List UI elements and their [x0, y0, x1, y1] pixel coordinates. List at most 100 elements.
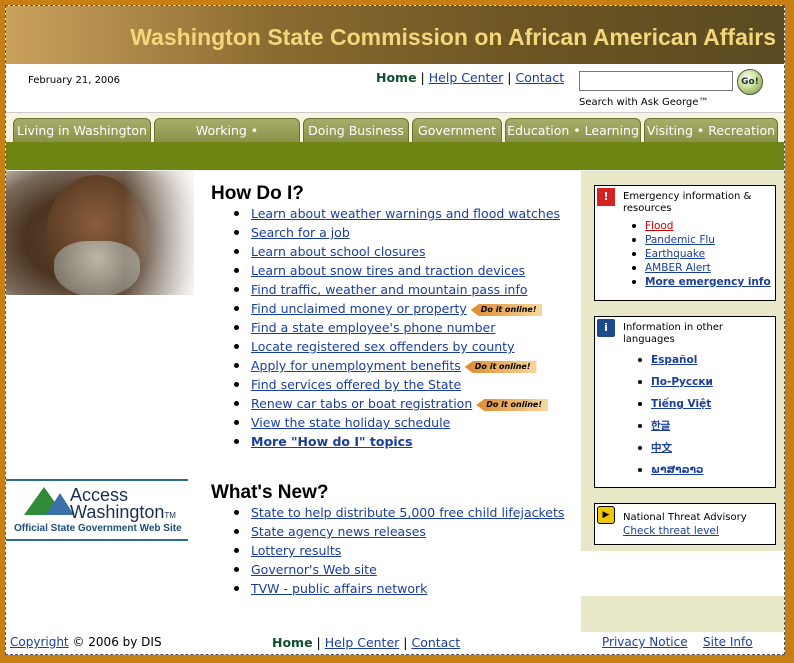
- footer-contact-link[interactable]: Contact: [411, 635, 460, 650]
- bullet: [234, 529, 239, 534]
- lang-lao-link[interactable]: ພາສາລາວ: [651, 464, 704, 476]
- bullet: [632, 280, 636, 284]
- bullet: [234, 268, 239, 273]
- lang-korean-link[interactable]: 한글: [651, 420, 670, 432]
- how-do-i-link[interactable]: Find services offered by the State: [251, 377, 461, 392]
- list-item: More "How do I" topics: [234, 433, 560, 452]
- how-do-i-link[interactable]: Find unclaimed money or property: [251, 301, 467, 316]
- bullet: [638, 358, 642, 362]
- bullet: [234, 211, 239, 216]
- list-item: Apply for unemployment benefits Do it onl…: [234, 357, 560, 376]
- go-button[interactable]: Go!: [737, 69, 763, 95]
- privacy-notice-link[interactable]: Privacy Notice: [602, 635, 688, 649]
- site-info-link[interactable]: Site Info: [703, 635, 753, 649]
- bullet: [234, 548, 239, 553]
- how-do-i-link[interactable]: Find a state employee's phone number: [251, 320, 495, 335]
- how-do-i-link[interactable]: Apply for unemployment benefits: [251, 358, 461, 373]
- tab-visiting-recreation[interactable]: Visiting • Recreation: [644, 118, 778, 143]
- list-item: View the state holiday schedule: [234, 414, 560, 433]
- list-item: По-Русски: [638, 375, 713, 397]
- threat-heading: National Threat Advisory: [623, 512, 747, 523]
- how-do-i-link[interactable]: Search for a job: [251, 225, 350, 240]
- whats-new-link[interactable]: State agency news releases: [251, 524, 426, 539]
- how-do-i-link[interactable]: Find traffic, weather and mountain pass …: [251, 282, 528, 297]
- separator: |: [420, 70, 425, 85]
- banner: Washington State Commission on African A…: [6, 6, 784, 64]
- do-it-online-badge[interactable]: Do it online!: [476, 399, 548, 411]
- list-item: Learn about snow tires and traction devi…: [234, 262, 560, 281]
- more-emergency-link[interactable]: More emergency info: [645, 276, 771, 288]
- list-item: Find traffic, weather and mountain pass …: [234, 281, 560, 300]
- top-links: Home | Help Center | Contact: [376, 70, 564, 85]
- copyright-link[interactable]: Copyright: [10, 635, 69, 649]
- how-do-i-link[interactable]: Locate registered sex offenders by count…: [251, 339, 514, 354]
- bullet: [234, 586, 239, 591]
- main-nav: Living in Washington Working • Employmen…: [6, 112, 784, 162]
- bullet: [234, 249, 239, 254]
- home-link[interactable]: Home: [376, 70, 417, 85]
- bullet: [638, 424, 642, 428]
- lang-russian-link[interactable]: По-Русски: [651, 376, 713, 388]
- portrait-fade: [124, 171, 194, 295]
- bullet: [632, 252, 636, 256]
- list-item: Learn about weather warnings and flood w…: [234, 205, 560, 224]
- bullet: [234, 420, 239, 425]
- lang-chinese-link[interactable]: 中文: [651, 442, 672, 454]
- tab-doing-business[interactable]: Doing Business: [303, 118, 409, 143]
- list-item: Governor's Web site: [234, 561, 564, 580]
- separator: |: [403, 635, 408, 650]
- search-input[interactable]: [579, 71, 733, 91]
- lang-vietnamese-link[interactable]: Tiếng Việt: [651, 398, 711, 410]
- lang-spanish-link[interactable]: Español: [651, 354, 697, 366]
- bullet: [234, 363, 239, 368]
- earthquake-link[interactable]: Earthquake: [645, 248, 705, 260]
- languages-box: i Information in other languages Español…: [594, 316, 776, 488]
- pandemic-flu-link[interactable]: Pandemic Flu: [645, 234, 715, 246]
- whats-new-link[interactable]: TVW - public affairs network: [251, 581, 427, 596]
- contact-link[interactable]: Contact: [515, 70, 564, 85]
- flood-link[interactable]: Flood: [645, 220, 673, 232]
- access-washington-logo[interactable]: Access WashingtonTM Official State Gover…: [6, 479, 188, 541]
- separator: |: [507, 70, 512, 85]
- bullet: [234, 439, 239, 444]
- list-item: Find unclaimed money or property Do it on…: [234, 300, 560, 319]
- amber-alert-link[interactable]: AMBER Alert: [645, 262, 711, 274]
- footer-help-link[interactable]: Help Center: [325, 635, 400, 650]
- tab-government[interactable]: Government: [412, 118, 502, 143]
- bullet: [638, 380, 642, 384]
- bullet: [234, 325, 239, 330]
- whats-new-link[interactable]: Lottery results: [251, 543, 341, 558]
- whats-new-link[interactable]: State to help distribute 5,000 free chil…: [251, 505, 564, 520]
- logo-tagline: Official State Government Web Site: [14, 523, 182, 534]
- list-item: Pandemic Flu: [632, 233, 771, 247]
- how-do-i-link[interactable]: Learn about weather warnings and flood w…: [251, 206, 560, 221]
- separator: |: [316, 635, 321, 650]
- green-divider-bar: [6, 142, 784, 171]
- tab-education-learning[interactable]: Education • Learning: [505, 118, 641, 143]
- how-do-i-link[interactable]: Renew car tabs or boat registration: [251, 396, 472, 411]
- how-do-i-link[interactable]: Learn about school closures: [251, 244, 426, 259]
- help-center-link[interactable]: Help Center: [429, 70, 504, 85]
- bullet: [632, 266, 636, 270]
- how-do-i-link[interactable]: View the state holiday schedule: [251, 415, 450, 430]
- list-item: ພາສາລາວ: [638, 463, 713, 485]
- list-item: More emergency info: [632, 275, 771, 289]
- bullet: [632, 238, 636, 242]
- list-item: Lottery results: [234, 542, 564, 561]
- list-item: Renew car tabs or boat registration Do it…: [234, 395, 560, 414]
- more-how-do-i-link[interactable]: More "How do I" topics: [251, 434, 413, 449]
- right-column-bg-lower: [581, 596, 784, 632]
- threat-level-link[interactable]: Check threat level: [623, 525, 719, 537]
- threat-advisory-box: ▶ National Threat Advisory Check threat …: [594, 503, 776, 545]
- list-item: 한글: [638, 419, 713, 441]
- top-utility-bar: February 21, 2006 Home | Help Center | C…: [6, 64, 784, 112]
- do-it-online-badge[interactable]: Do it online!: [464, 361, 537, 373]
- tab-working-employment[interactable]: Working • Employment: [154, 118, 300, 162]
- whats-new-link[interactable]: Governor's Web site: [251, 562, 377, 577]
- logo-line-2: WashingtonTM: [70, 502, 176, 522]
- footer-home-link[interactable]: Home: [272, 635, 313, 650]
- list-item: Learn about school closures: [234, 243, 560, 262]
- tab-living-in-washington[interactable]: Living in Washington: [13, 118, 151, 143]
- do-it-online-badge[interactable]: Do it online!: [470, 304, 543, 316]
- how-do-i-link[interactable]: Learn about snow tires and traction devi…: [251, 263, 525, 278]
